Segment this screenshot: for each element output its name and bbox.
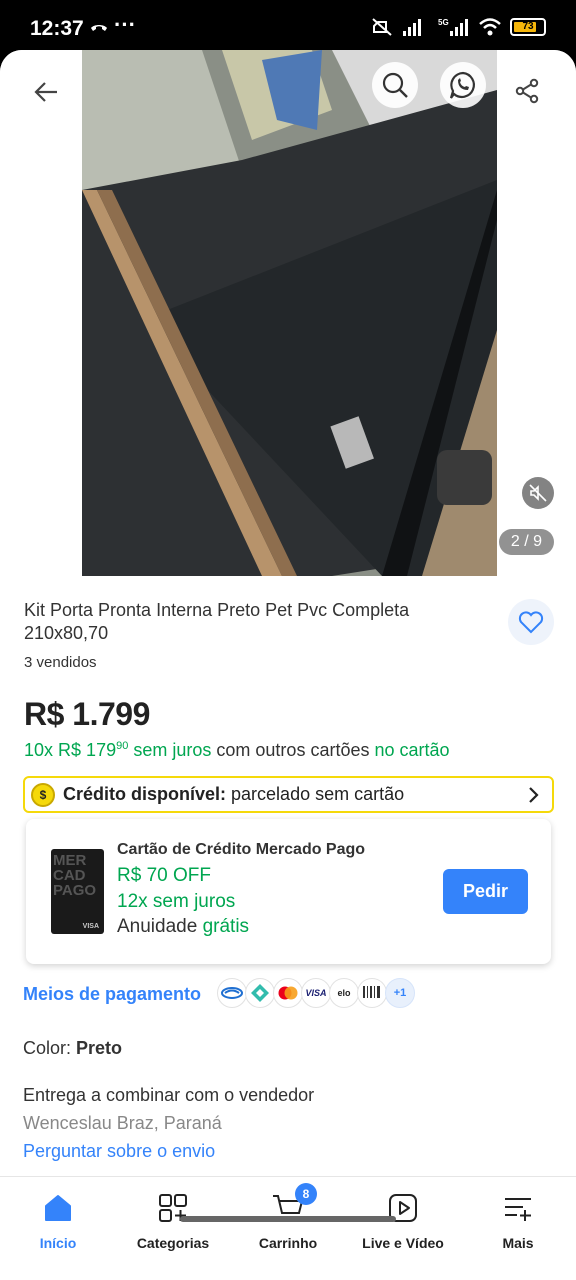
product-title: Kit Porta Pronta Interna Preto Pet Pvc C… — [24, 600, 410, 643]
mercado-pago-card-image: MER CAD PAGO VISA — [51, 849, 104, 934]
svg-text:5G: 5G — [438, 18, 449, 27]
installments-count: 10x — [24, 740, 54, 760]
signal-5g-icon: 5G — [438, 18, 468, 36]
back-button[interactable] — [22, 68, 70, 116]
coin-icon: $ — [31, 782, 55, 807]
elo-icon: elo — [329, 978, 359, 1008]
installments-card: no cartão — [374, 740, 450, 760]
ask-shipping-link[interactable]: Perguntar sobre o envio — [23, 1141, 215, 1162]
pix-icon — [245, 978, 275, 1008]
mastercard-icon — [273, 978, 303, 1008]
menu-plus-icon — [505, 1198, 531, 1221]
installments-info: 10x R$ 17990 sem juros com outros cartõe… — [24, 740, 450, 761]
credit-label: Crédito disponível: — [63, 784, 227, 804]
tab-more-label: Mais — [502, 1235, 534, 1251]
credit-text: Crédito disponível: parcelado sem cartão — [63, 784, 404, 805]
favorite-button[interactable] — [508, 599, 554, 645]
product-photo[interactable] — [82, 50, 497, 576]
home-indicator[interactable] — [180, 1216, 396, 1222]
elo-label: elo — [337, 988, 351, 998]
card-offer-title: Cartão de Crédito Mercado Pago — [117, 841, 366, 858]
arrow-left-icon — [34, 82, 57, 102]
share-icon — [515, 78, 539, 104]
status-right: 5G 73 — [370, 16, 546, 38]
whatsapp-button[interactable] — [440, 62, 486, 108]
door-photo-image — [82, 50, 497, 576]
status-dots: ··· — [114, 12, 136, 37]
battery-level: 73 — [522, 21, 534, 32]
tab-home-label: Início — [39, 1235, 77, 1251]
whatsapp-icon — [449, 71, 475, 99]
color-attribute: Color: Preto — [23, 1038, 122, 1059]
card-offer-annuity: Anuidade grátis — [117, 916, 249, 938]
search-icon — [382, 72, 408, 98]
payment-icons[interactable]: VISA elo +1 — [217, 978, 415, 1008]
seller-location: Wenceslau Braz, Paraná — [23, 1113, 222, 1133]
caixa-icon — [217, 978, 247, 1008]
image-gallery[interactable]: 2 / 9 — [0, 50, 576, 576]
installments-other: com outros cartões — [216, 740, 370, 760]
card-offer-discount: R$ 70 OFF — [117, 865, 211, 886]
battery-icon: 73 — [510, 18, 546, 36]
tab-home[interactable]: Início — [3, 1189, 113, 1251]
wifi-icon — [479, 18, 501, 36]
more-payment-methods: +1 — [385, 978, 415, 1008]
color-label: Color: — [23, 1038, 72, 1058]
heart-icon — [518, 611, 544, 634]
boleto-icon — [357, 978, 387, 1008]
visa-icon: VISA — [301, 978, 331, 1008]
visa-label: VISA — [305, 988, 327, 998]
credit-available-banner[interactable]: $ Crédito disponível: parcelado sem cart… — [23, 776, 554, 813]
installments-cents: 90 — [116, 740, 129, 752]
tab-cart-label: Carrinho — [258, 1235, 318, 1251]
card-offer-installments: 12x sem juros — [117, 891, 236, 912]
signal-icon — [403, 19, 421, 36]
card-brand-text: MER CAD PAGO — [53, 852, 97, 899]
video-mute-button[interactable] — [522, 477, 554, 509]
color-value: Preto — [76, 1038, 123, 1058]
tab-categories-label: Categorias — [136, 1235, 210, 1251]
sold-count: 3 vendidos — [24, 654, 97, 671]
installments-free: sem juros — [133, 740, 212, 760]
home-icon — [45, 1195, 71, 1221]
request-card-button[interactable]: Pedir — [443, 869, 528, 914]
mute-status-icon — [372, 18, 392, 36]
chevron-right-icon — [529, 787, 539, 803]
volume-off-icon — [529, 484, 547, 502]
product-screen: 2 / 9 Kit Porta Pronta Interna Preto Pet… — [0, 50, 576, 1280]
card-visa-text: VISA — [82, 923, 99, 930]
payment-methods-link[interactable]: Meios de pagamento — [23, 984, 201, 1005]
credit-desc: parcelado sem cartão — [231, 784, 405, 804]
credit-card-offer: MER CAD PAGO VISA Cartão de Crédito Merc… — [26, 819, 551, 964]
annuity-free: grátis — [202, 916, 250, 937]
share-button[interactable] — [504, 68, 550, 114]
status-time: 12:37 — [30, 17, 84, 40]
search-button[interactable] — [372, 62, 418, 108]
tab-live-video-label: Live e Vídeo — [362, 1235, 444, 1251]
image-counter: 2 / 9 — [498, 529, 554, 555]
cart-count-badge: 8 — [295, 1183, 317, 1205]
tab-more[interactable]: Mais — [463, 1189, 573, 1251]
annuity-label: Anuidade — [117, 916, 198, 937]
delivery-info: Entrega a combinar com o vendedor — [23, 1085, 315, 1105]
call-icon — [88, 16, 110, 43]
bottom-tab-bar: Início Categorias 8 Carrinho Live e Víde… — [0, 1176, 576, 1280]
product-price: R$ 1.799 — [24, 696, 150, 732]
installments-value: R$ 179 — [58, 740, 117, 760]
